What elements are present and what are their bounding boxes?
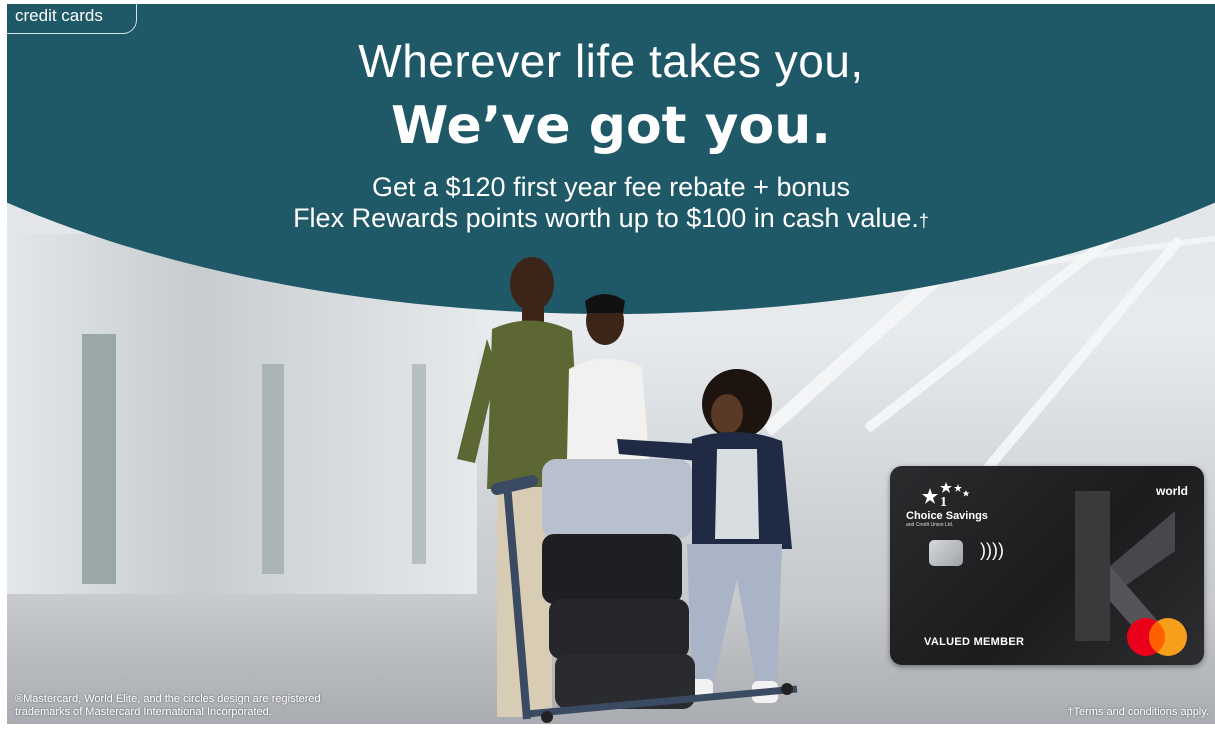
pillar <box>262 364 284 574</box>
roof-beam <box>983 235 1184 473</box>
tab-label: credit cards <box>15 6 103 25</box>
trademark-line1: ®Mastercard, World Elite, and the circle… <box>15 693 321 705</box>
terms-notice: †Terms and conditions apply. <box>1067 706 1209 718</box>
family-photo <box>457 257 798 723</box>
contactless-icon: )))) <box>980 540 1004 560</box>
credit-card-image: world 1 Choice Savings and Credit Union … <box>890 466 1204 665</box>
trademark-notice: ®Mastercard, World Elite, and the circle… <box>15 693 321 719</box>
offer-line2-text: Flex Rewards points worth up to $100 in … <box>293 203 919 233</box>
card-brand-name: Choice Savings <box>906 510 988 522</box>
mastercard-logo-icon <box>1127 618 1187 656</box>
offer-line2: Flex Rewards points worth up to $100 in … <box>7 203 1215 237</box>
svg-text:1: 1 <box>940 495 947 510</box>
promo-banner[interactable]: credit cards Wherever life takes you, We… <box>7 4 1215 724</box>
credit-cards-tab[interactable]: credit cards <box>7 4 137 34</box>
card-holder-name: VALUED MEMBER <box>924 636 1025 648</box>
dagger-mark: † <box>918 211 929 231</box>
card-brand-subtitle: and Credit Union Ltd. <box>906 522 954 528</box>
choice-savings-logo: 1 <box>922 482 970 510</box>
offer-text: Get a $120 first year fee rebate + bonus… <box>7 172 1215 237</box>
offer-line1: Get a $120 first year fee rebate + bonus <box>371 172 851 202</box>
trademark-line2: trademarks of Mastercard International I… <box>15 706 272 718</box>
chip-icon <box>929 540 963 566</box>
pillar <box>82 334 116 584</box>
card-tier: world <box>1156 484 1188 498</box>
headline-line2: We’ve got you. <box>390 96 832 156</box>
headline-line1: Wherever life takes you, <box>358 35 864 87</box>
pillar <box>412 364 426 564</box>
